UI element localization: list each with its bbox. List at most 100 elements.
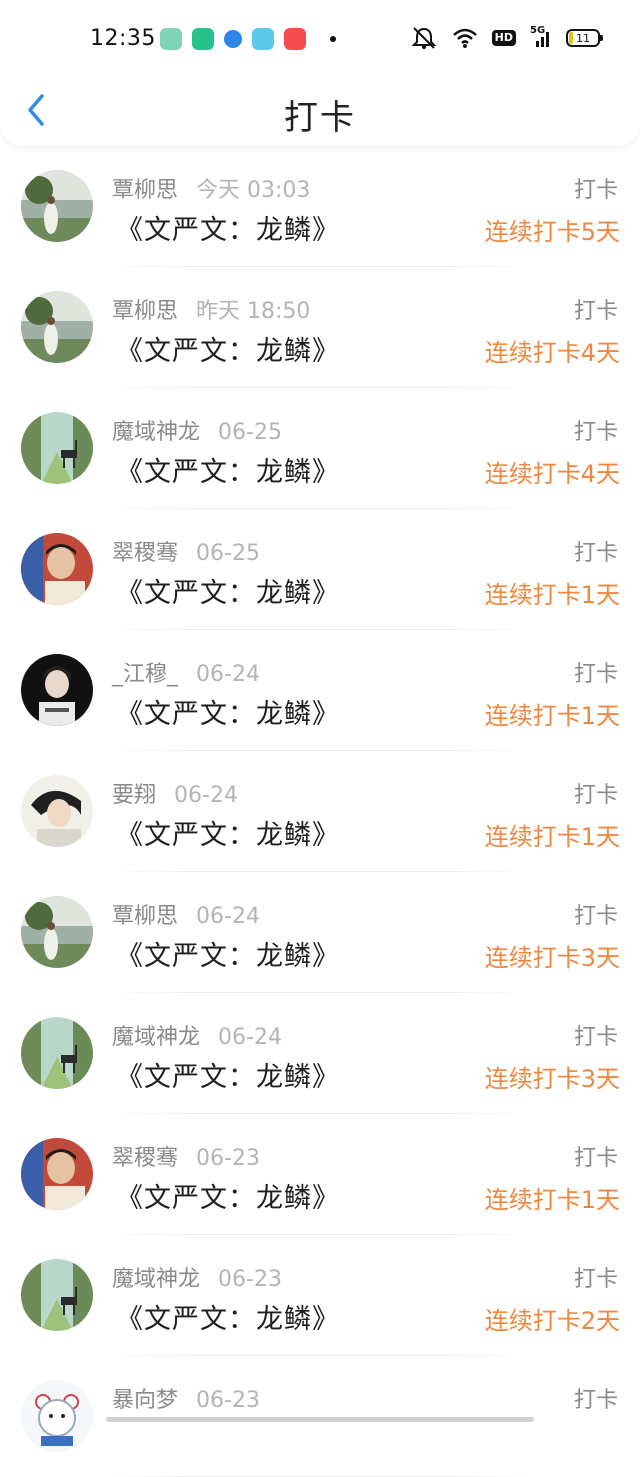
action-label: 打卡: [573, 299, 618, 324]
user-name[interactable]: 魔域神龙: [112, 420, 200, 445]
user-meta: 魔域神龙 06-25: [112, 414, 282, 446]
app-notification-icon: [160, 28, 182, 50]
user-name[interactable]: 覃柳思: [112, 299, 178, 324]
app-notification-icon: [284, 28, 306, 50]
battery-icon: 11: [566, 29, 603, 47]
user-name[interactable]: 翠稷骞: [112, 1146, 178, 1171]
action-label: 打卡: [573, 1267, 618, 1292]
wifi-icon: [452, 27, 478, 49]
more-notifications-dot-icon: [330, 36, 336, 42]
user-name[interactable]: 覃柳思: [112, 178, 178, 203]
user-name[interactable]: 魔域神龙: [112, 1025, 200, 1050]
streak-label: 连续打卡1天: [484, 702, 620, 730]
avatar[interactable]: [21, 1017, 93, 1089]
avatar[interactable]: [21, 1259, 93, 1331]
checkin-time: 06-23: [196, 1388, 260, 1413]
status-bar: 12:35 HD 5G 11: [0, 0, 640, 80]
action-label: 打卡: [573, 662, 618, 687]
book-title: 《文严文：龙鳞》: [116, 820, 340, 851]
checkin-row[interactable]: 覃柳思 今天 03:03 《文严文：龙鳞》 打卡 连续打卡5天: [0, 146, 640, 267]
checkin-row[interactable]: 覃柳思 06-24 《文严文：龙鳞》 打卡连续打卡3天: [0, 872, 640, 993]
book-title: 《文严文：龙鳞》: [116, 457, 340, 488]
user-name[interactable]: 覃柳思: [112, 904, 178, 929]
user-meta: 翠稷骞 06-23: [112, 1140, 260, 1172]
avatar[interactable]: [21, 291, 93, 363]
user-name[interactable]: 魔域神龙: [112, 1267, 200, 1292]
avatar[interactable]: [21, 533, 93, 605]
checkin-time: 06-24: [196, 662, 260, 687]
avatar[interactable]: [21, 775, 93, 847]
app-notification-icon: [252, 28, 274, 50]
streak-label: 连续打卡4天: [484, 339, 620, 367]
app-notification-icon: [224, 30, 242, 48]
user-meta: 覃柳思 今天 03:03: [112, 172, 310, 204]
user-meta: _江穆_ 06-24: [112, 656, 260, 688]
user-meta: 魔域神龙 06-24: [112, 1019, 282, 1051]
checkin-row[interactable]: 翠稷骞 06-23 《文严文：龙鳞》 打卡连续打卡1天: [0, 1114, 640, 1235]
book-title: 《文严文：龙鳞》: [116, 215, 340, 246]
book-title: 《文严文：龙鳞》: [116, 336, 340, 367]
user-meta: 覃柳思 昨天 18:50: [112, 293, 310, 325]
book-title: 《文严文：龙鳞》: [116, 1062, 340, 1093]
streak-label: 连续打卡4天: [484, 460, 620, 488]
streak-label: 连续打卡1天: [484, 1186, 620, 1214]
action-label: 打卡: [573, 783, 618, 808]
user-name[interactable]: 要翔: [112, 783, 156, 808]
checkin-time: 昨天 18:50: [196, 299, 311, 324]
status-time: 12:35: [90, 26, 156, 51]
battery-level: 11: [576, 31, 590, 45]
streak-label: 连续打卡1天: [484, 823, 620, 851]
action-label: 打卡: [573, 1146, 618, 1171]
checkin-row[interactable]: 魔域神龙 06-24 《文严文：龙鳞》 打卡连续打卡3天: [0, 993, 640, 1114]
action-label: 打卡: [573, 541, 618, 566]
system-status-icons: HD 5G 11: [410, 25, 603, 50]
mute-bell-icon: [410, 26, 438, 50]
checkin-row[interactable]: 魔域神龙 06-25 《文严文：龙鳞》 打卡 连续打卡4天: [0, 388, 640, 509]
streak-label: 连续打卡3天: [484, 944, 620, 972]
checkin-time: 06-23: [196, 1146, 260, 1171]
app-notification-icon: [192, 28, 214, 50]
checkin-time: 06-24: [218, 1025, 282, 1050]
action-label: 打卡: [573, 1025, 618, 1050]
avatar[interactable]: [21, 412, 93, 484]
header: 12:35 HD 5G 11 打卡: [0, 0, 640, 146]
book-title: 《文严文：龙鳞》: [116, 1183, 340, 1214]
checkin-row[interactable]: 要翔 06-24 《文严文：龙鳞》 打卡连续打卡1天: [0, 751, 640, 872]
checkin-time: 今天 03:03: [196, 178, 311, 203]
user-meta: 要翔 06-24: [112, 777, 238, 809]
streak-label: 连续打卡3天: [484, 1065, 620, 1093]
user-meta: 翠稷骞 06-25: [112, 535, 260, 567]
user-name[interactable]: 翠稷骞: [112, 541, 178, 566]
checkin-row[interactable]: _江穆_ 06-24 《文严文：龙鳞》 打卡 连续打卡1天: [0, 630, 640, 751]
checkin-time: 06-24: [196, 904, 260, 929]
checkin-time: 06-25: [196, 541, 260, 566]
hd-badge: HD: [491, 30, 516, 46]
checkin-row[interactable]: 魔域神龙 06-23 《文严文：龙鳞》 打卡连续打卡2天: [0, 1235, 640, 1356]
book-title: 《文严文：龙鳞》: [116, 1304, 340, 1335]
nav-bar: 打卡: [0, 80, 640, 144]
user-name[interactable]: 暴向梦: [112, 1388, 178, 1413]
page-title: 打卡: [284, 98, 356, 138]
signal-5g-icon: 5G: [530, 25, 552, 49]
user-meta: 暴向梦 06-23: [112, 1382, 260, 1414]
avatar[interactable]: [21, 1138, 93, 1210]
user-meta: 魔域神龙 06-23: [112, 1261, 282, 1293]
checkin-time: 06-23: [218, 1267, 282, 1292]
avatar[interactable]: [21, 170, 93, 242]
action-label: 打卡: [573, 904, 618, 929]
checkin-list: 覃柳思 今天 03:03 《文严文：龙鳞》 打卡 连续打卡5天 覃柳思 昨天 18:50 《文…: [0, 146, 640, 1477]
avatar[interactable]: [21, 896, 93, 968]
book-title: 《文严文：龙鳞》: [116, 578, 340, 609]
avatar[interactable]: [21, 1380, 93, 1452]
checkin-time: 06-25: [218, 420, 282, 445]
action-label: 打卡: [573, 178, 618, 203]
user-name[interactable]: _江穆_: [112, 662, 178, 687]
notification-app-icons: [160, 28, 336, 50]
streak-label: 连续打卡2天: [484, 1307, 620, 1335]
avatar[interactable]: [21, 654, 93, 726]
user-meta: 覃柳思 06-24: [112, 898, 260, 930]
checkin-row[interactable]: 翠稷骞 06-25 《文严文：龙鳞》 打卡连续打卡1天: [0, 509, 640, 630]
book-title: 《文严文：龙鳞》: [116, 941, 340, 972]
streak-label: 连续打卡1天: [484, 581, 620, 609]
checkin-row[interactable]: 覃柳思 昨天 18:50 《文严文：龙鳞》 打卡连续打卡4天: [0, 267, 640, 388]
